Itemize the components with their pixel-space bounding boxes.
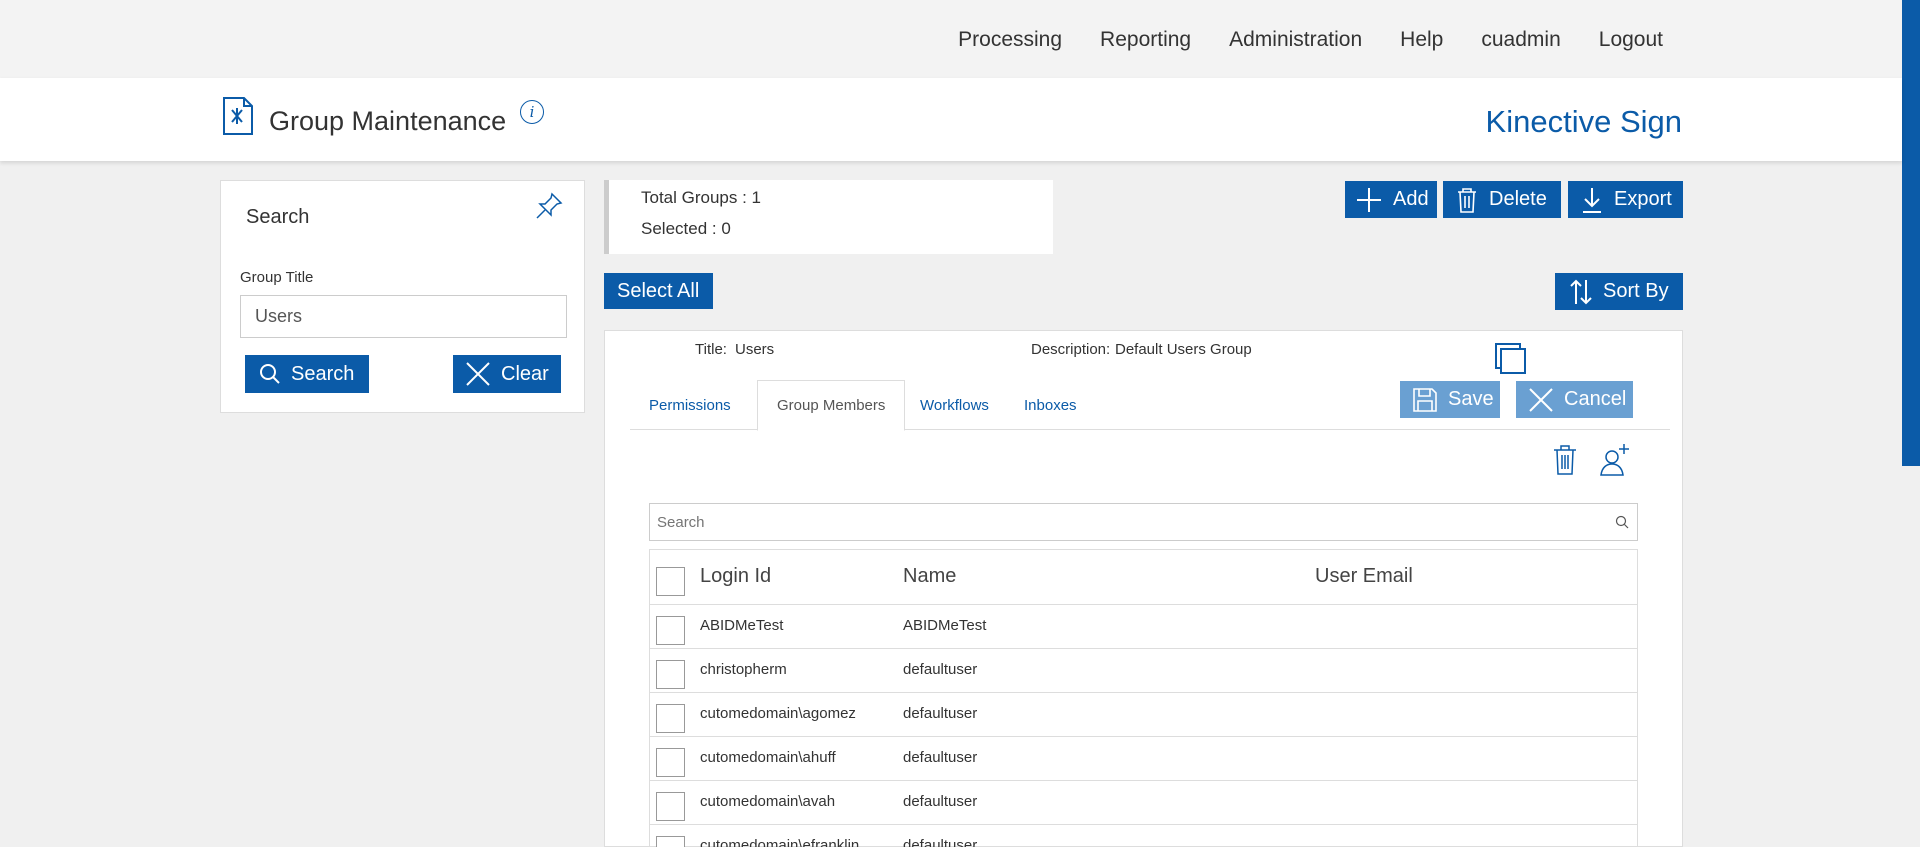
- login-id-cell: cutomedomain\agomez: [700, 705, 856, 722]
- row-checkbox[interactable]: [656, 792, 685, 821]
- name-cell: defaultuser: [903, 705, 978, 722]
- search-panel-title: Search: [246, 206, 310, 228]
- add-button-label: Add: [1393, 188, 1429, 210]
- info-icon[interactable]: i: [520, 100, 544, 124]
- row-checkbox[interactable]: [656, 616, 685, 645]
- close-icon: [466, 362, 490, 386]
- nav-user-menu[interactable]: cuadmin: [1481, 28, 1560, 52]
- export-button-label: Export: [1614, 188, 1672, 210]
- group-title-field-label: Title:: [695, 341, 727, 358]
- page-title: Group Maintenance: [269, 106, 507, 136]
- document-tools-icon: [223, 97, 253, 135]
- nav-help[interactable]: Help: [1400, 28, 1443, 52]
- name-cell: defaultuser: [903, 749, 978, 766]
- search-button[interactable]: Search: [245, 355, 369, 393]
- tab-group-members[interactable]: Group Members: [757, 380, 906, 431]
- column-header-user-email[interactable]: User Email: [1315, 565, 1413, 588]
- scrollbar-thumb[interactable]: [1902, 0, 1920, 466]
- add-user-icon[interactable]: [1599, 443, 1631, 477]
- login-id-cell: ABIDMeTest: [700, 617, 784, 634]
- group-counts: Total Groups : 1 Selected : 0: [604, 180, 1053, 254]
- login-id-cell: christopherm: [700, 661, 787, 678]
- table-row[interactable]: cutomedomain\agomez defaultuser: [650, 693, 1637, 737]
- search-panel: Search Group Title Search Clear: [220, 180, 585, 413]
- tab-workflows[interactable]: Workflows: [901, 380, 1008, 430]
- search-icon[interactable]: [1615, 515, 1629, 529]
- group-detail-card: Title: Users Description: Default Users …: [604, 330, 1683, 847]
- plus-icon: [1357, 187, 1381, 212]
- column-header-login-id[interactable]: Login Id: [700, 565, 771, 588]
- row-checkbox[interactable]: [656, 660, 685, 689]
- nav-menu: Processing Reporting Administration Help…: [920, 28, 1663, 52]
- trash-icon[interactable]: [1552, 444, 1578, 476]
- nav-administration[interactable]: Administration: [1229, 28, 1362, 52]
- table-row[interactable]: cutomedomain\ahuff defaultuser: [650, 737, 1637, 781]
- login-id-cell: cutomedomain\avah: [700, 793, 836, 810]
- search-button-label: Search: [291, 362, 355, 385]
- download-icon: [1583, 187, 1601, 213]
- name-cell: defaultuser: [903, 793, 978, 810]
- nav-reporting[interactable]: Reporting: [1100, 28, 1191, 52]
- trash-icon: [1458, 187, 1476, 213]
- select-all-label: Select All: [617, 279, 700, 302]
- group-title-label: Group Title: [240, 269, 314, 286]
- member-search: [649, 503, 1638, 541]
- copy-icon[interactable]: [1495, 343, 1527, 375]
- nav-processing[interactable]: Processing: [958, 28, 1062, 52]
- total-groups: Total Groups : 1: [641, 188, 762, 207]
- name-cell: defaultuser: [903, 837, 978, 847]
- table-row[interactable]: cutomedomain\efranklin defaultuser: [650, 825, 1637, 847]
- top-nav: Processing Reporting Administration Help…: [0, 0, 1920, 78]
- member-search-input[interactable]: [650, 504, 1600, 540]
- delete-button[interactable]: Delete: [1443, 181, 1561, 218]
- login-id-cell: cutomedomain\ahuff: [700, 749, 836, 766]
- page-header: Group Maintenance i Kinective Sign: [0, 78, 1902, 161]
- sort-icon: [1570, 279, 1592, 304]
- select-all-button[interactable]: Select All: [604, 273, 713, 309]
- brand-name: Kinective Sign: [1485, 104, 1682, 139]
- search-icon: [260, 364, 280, 384]
- row-checkbox[interactable]: [656, 704, 685, 733]
- sort-by-label: Sort By: [1603, 280, 1669, 302]
- select-all-checkbox[interactable]: [656, 567, 685, 596]
- clear-button[interactable]: Clear: [453, 355, 561, 393]
- column-header-name[interactable]: Name: [903, 565, 956, 588]
- nav-logout[interactable]: Logout: [1599, 28, 1663, 52]
- tab-permissions[interactable]: Permissions: [630, 380, 750, 430]
- export-button[interactable]: Export: [1568, 181, 1683, 218]
- clear-button-label: Clear: [501, 362, 549, 385]
- group-title-value: Users: [735, 341, 775, 358]
- add-button[interactable]: Add: [1345, 181, 1437, 218]
- table-row[interactable]: ABIDMeTest ABIDMeTest: [650, 605, 1637, 649]
- row-checkbox[interactable]: [656, 748, 685, 777]
- row-checkbox[interactable]: [656, 836, 685, 847]
- table-row[interactable]: cutomedomain\avah defaultuser: [650, 781, 1637, 825]
- members-table-header: Login Id Name User Email: [650, 550, 1637, 605]
- tab-inboxes[interactable]: Inboxes: [1005, 380, 1096, 430]
- name-cell: ABIDMeTest: [903, 617, 987, 634]
- sort-by-button[interactable]: Sort By: [1555, 273, 1683, 310]
- pin-icon[interactable]: [534, 191, 564, 221]
- members-table: Login Id Name User Email ABIDMeTest ABID…: [649, 549, 1638, 847]
- delete-button-label: Delete: [1489, 188, 1547, 210]
- selected-count: Selected : 0: [641, 219, 731, 238]
- table-row[interactable]: christopherm defaultuser: [650, 649, 1637, 693]
- group-description-label: Description:: [1031, 341, 1111, 358]
- login-id-cell: cutomedomain\efranklin: [700, 837, 860, 847]
- name-cell: defaultuser: [903, 661, 978, 678]
- group-description-value: Default Users Group: [1115, 341, 1252, 358]
- group-title-input[interactable]: [240, 295, 567, 338]
- group-tabs: Permissions Group Members Workflows Inbo…: [630, 380, 1670, 431]
